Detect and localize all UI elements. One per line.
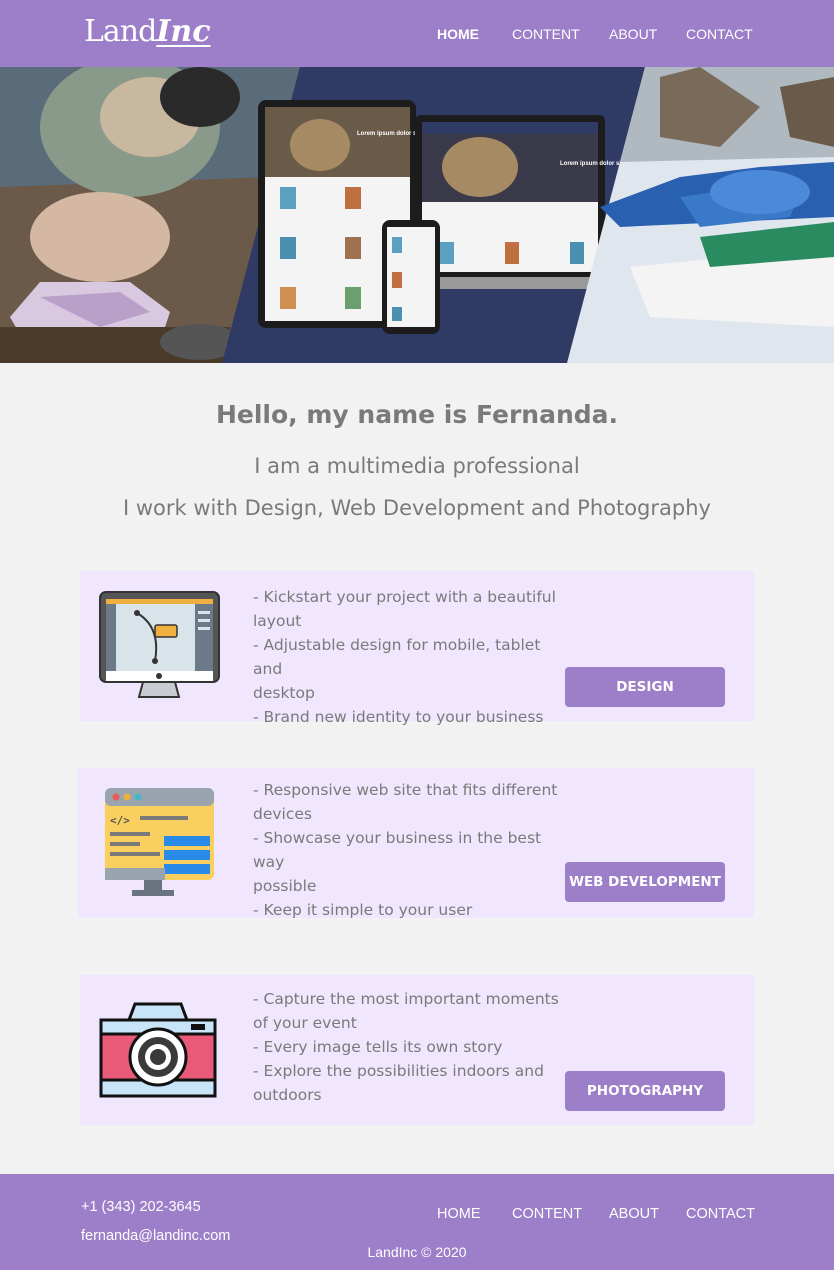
footer-nav-about[interactable]: ABOUT: [609, 1206, 659, 1222]
desc-line: - Capture the most important moments: [253, 990, 559, 1008]
desc-line: - Adjustable design for mobile, tablet a…: [253, 636, 541, 678]
logo[interactable]: LandInc: [84, 14, 210, 52]
intro-line-2: I work with Design, Web Development and …: [123, 496, 711, 520]
footer-phone[interactable]: +1 (343) 202-3645: [81, 1199, 201, 1215]
design-button[interactable]: DESIGN: [565, 667, 725, 707]
desc-line: possible: [253, 877, 317, 895]
nav-about[interactable]: ABOUT: [609, 26, 657, 42]
hero-banner: Lorem ipsum dolor sit amet Lorem ipsum d…: [0, 67, 834, 363]
code-window-icon: </>: [104, 788, 216, 902]
desc-line: devices: [253, 805, 312, 823]
footer-nav-contact[interactable]: CONTACT: [686, 1206, 755, 1222]
footer-nav-home[interactable]: HOME: [437, 1206, 481, 1222]
desc-line: - Showcase your business in the best way: [253, 829, 542, 871]
monitor-pen-tool-icon: [99, 591, 221, 705]
service-card-design: - Kickstart your project with a beautifu…: [80, 571, 754, 726]
logo-inc: Inc: [156, 14, 211, 49]
svg-text:</>: </>: [110, 814, 130, 827]
web-development-button[interactable]: WEB DEVELOPMENT: [565, 862, 725, 902]
service-description-photography: - Capture the most important moments of …: [253, 987, 573, 1107]
desc-line: - Explore the possibilities indoors and: [253, 1062, 544, 1080]
nav-contact[interactable]: CONTACT: [686, 26, 753, 42]
service-card-photography: - Capture the most important moments of …: [80, 975, 754, 1125]
nav-home[interactable]: HOME: [437, 26, 479, 42]
intro-line-1: I am a multimedia professional: [254, 454, 580, 478]
desc-line: - Brand new identity to your business: [253, 708, 544, 726]
site-footer: +1 (343) 202-3645 fernanda@landinc.com H…: [0, 1174, 834, 1270]
intro-title: Hello, my name is Fernanda.: [215, 400, 619, 429]
nav-content[interactable]: CONTENT: [512, 26, 580, 42]
desc-line: - Keep it simple to your user: [253, 901, 473, 919]
footer-nav-content[interactable]: CONTENT: [512, 1206, 582, 1222]
desc-line: desktop: [253, 684, 315, 702]
hero-collage: Lorem ipsum dolor sit amet Lorem ipsum d…: [0, 67, 834, 363]
camera-icon: [99, 1002, 217, 1104]
site-header: LandInc HOME CONTENT ABOUT CONTACT: [0, 0, 834, 67]
footer-copyright: LandInc © 2020: [367, 1244, 467, 1260]
desc-line: - Every image tells its own story: [253, 1038, 503, 1056]
service-card-web-development: </> - Responsive web site that fits diff…: [78, 768, 754, 919]
desc-line: outdoors: [253, 1086, 322, 1104]
desc-line: - Kickstart your project with a beautifu…: [253, 588, 556, 606]
photography-button[interactable]: PHOTOGRAPHY: [565, 1071, 725, 1111]
desc-line: - Responsive web site that fits differen…: [253, 781, 558, 799]
service-description-web-development: - Responsive web site that fits differen…: [253, 778, 573, 922]
logo-land: Land: [84, 14, 157, 49]
desc-line: layout: [253, 612, 302, 630]
desc-line: of your event: [253, 1014, 357, 1032]
service-description-design: - Kickstart your project with a beautifu…: [253, 585, 573, 729]
footer-email[interactable]: fernanda@landinc.com: [81, 1228, 230, 1244]
